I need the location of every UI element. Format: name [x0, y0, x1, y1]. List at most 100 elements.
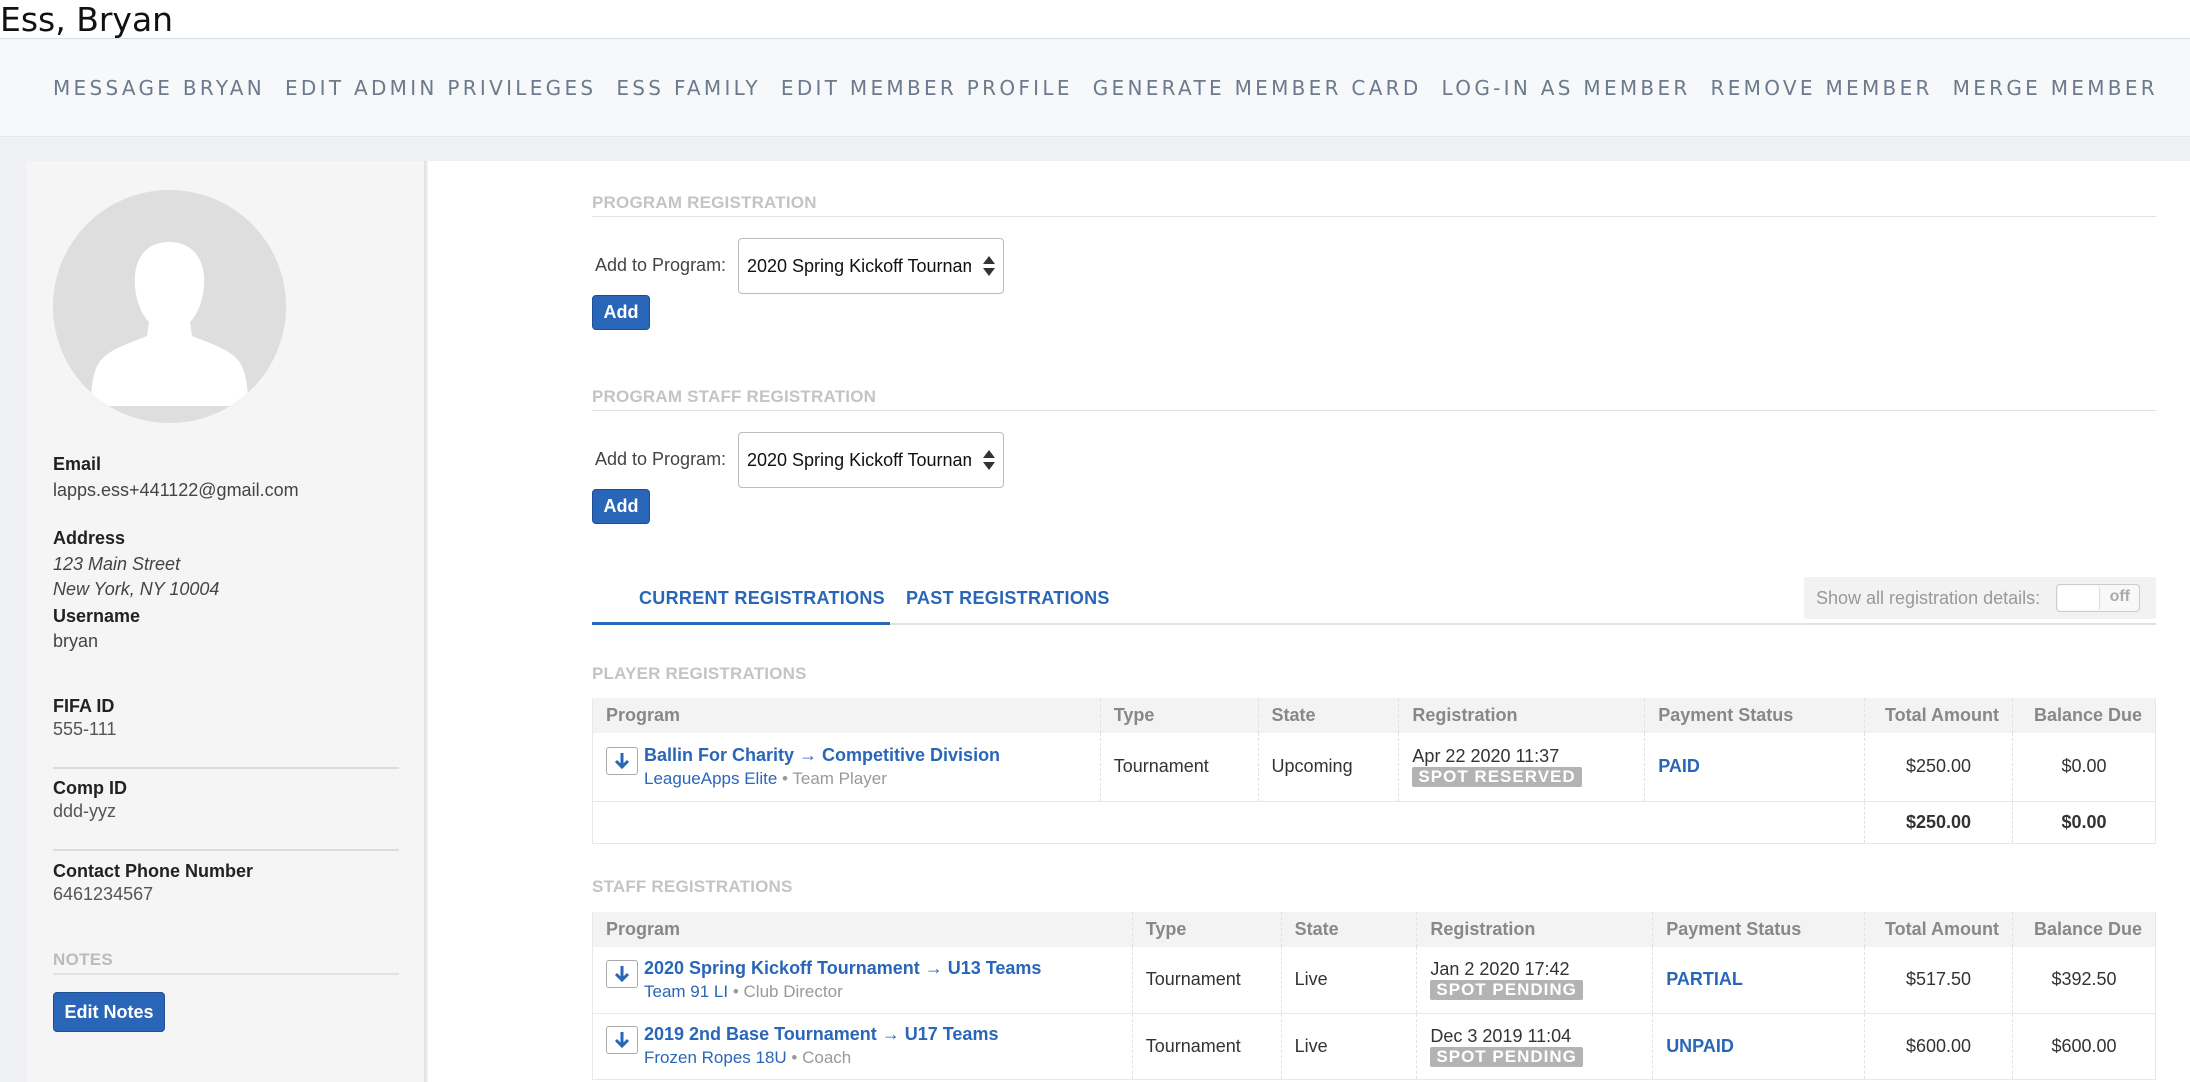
- fifa-id-label: FIFA ID: [53, 696, 115, 716]
- edit-admin-privileges-link[interactable]: EDIT ADMIN PRIVILEGES: [285, 76, 596, 100]
- team-link[interactable]: Frozen Ropes 18U: [644, 1048, 787, 1067]
- status-badge: SPOT PENDING: [1430, 980, 1583, 1001]
- log-in-as-member-link[interactable]: LOG-IN AS MEMBER: [1442, 76, 1691, 100]
- expand-arrow-down-icon[interactable]: [606, 1026, 638, 1054]
- comp-id-label: Comp ID: [53, 778, 127, 798]
- edit-member-profile-link[interactable]: EDIT MEMBER PROFILE: [781, 76, 1073, 100]
- address-line-1: 123 Main Street: [53, 554, 181, 574]
- program-cell: 2019 2nd Base Tournament → U17 Teams Fro…: [592, 1013, 1133, 1080]
- column-header-registration: Registration: [1398, 698, 1645, 733]
- section-divider: [592, 216, 2156, 217]
- column-header-balance-due: Balance Due: [2011, 912, 2157, 947]
- role-text: Club Director: [743, 981, 843, 1001]
- tab-current-registrations[interactable]: CURRENT REGISTRATIONS: [592, 572, 890, 625]
- program-link[interactable]: 2020 Spring Kickoff Tournament → U13 Tea…: [644, 958, 1041, 979]
- add-to-program-label: Add to Program:: [595, 255, 727, 275]
- fifa-id-value: 555-111: [53, 719, 117, 739]
- add-program-button[interactable]: Add: [592, 295, 650, 330]
- username-label: Username: [53, 606, 141, 626]
- family-link[interactable]: ESS FAMILY: [616, 76, 761, 100]
- table-header-row: Program Type State Registration Payment …: [592, 698, 2157, 733]
- email-label: Email: [53, 454, 102, 474]
- balance-due-cell: $600.00: [2011, 1013, 2157, 1080]
- toggle-state: off: [2109, 588, 2130, 605]
- message-member-link[interactable]: MESSAGE BRYAN: [53, 76, 265, 100]
- column-header-state: State: [1280, 912, 1417, 947]
- registration-cell: Dec 3 2019 11:04 SPOT PENDING: [1416, 1013, 1653, 1080]
- column-header-total-amount: Total Amount: [1864, 698, 2013, 733]
- role-text: Team Player: [792, 768, 887, 788]
- username-value: bryan: [53, 631, 99, 651]
- table-row: 2019 2nd Base Tournament → U17 Teams Fro…: [592, 1013, 2157, 1080]
- email-value: lapps.ess+441122@gmail.com: [53, 480, 299, 500]
- role-text: Coach: [802, 1048, 852, 1067]
- type-cell: Tournament: [1099, 733, 1259, 802]
- address-line-2: New York, NY 10004: [53, 579, 220, 599]
- program-cell: Ballin For Charity → Competitive Divisio…: [592, 733, 1101, 802]
- contact-phone-label: Contact Phone Number: [53, 861, 254, 881]
- payment-status-cell: PAID: [1644, 733, 1865, 802]
- toggle-knob: [2058, 586, 2100, 610]
- program-link[interactable]: 2019 2nd Base Tournament → U17 Teams: [644, 1024, 998, 1045]
- program-staff-select[interactable]: 2020 Spring Kickoff Tournament: [738, 432, 1004, 488]
- payment-status-cell: UNPAID: [1652, 1013, 1865, 1080]
- registration-date: Jan 2 2020 17:42: [1430, 959, 1570, 980]
- generate-member-card-link[interactable]: GENERATE MEMBER CARD: [1093, 76, 1422, 100]
- registration-date: Dec 3 2019 11:04: [1430, 1025, 1572, 1046]
- member-action-bar: MESSAGE BRYAN EDIT ADMIN PRIVILEGES ESS …: [0, 39, 2190, 137]
- status-badge: SPOT PENDING: [1430, 1046, 1583, 1067]
- separator-dot: •: [732, 981, 739, 1001]
- separator-dot: •: [782, 768, 788, 788]
- add-to-program-staff-label: Add to Program:: [595, 449, 727, 469]
- program-link[interactable]: Ballin For Charity → Competitive Divisio…: [644, 745, 1000, 766]
- payment-status-cell: PARTIAL: [1652, 947, 1865, 1014]
- column-header-payment-status: Payment Status: [1652, 912, 1865, 947]
- separator-dot: •: [791, 1048, 798, 1067]
- registrations-panel: PROGRAM REGISTRATION Add to Program: 202…: [428, 161, 2190, 1082]
- divider: [53, 767, 399, 769]
- select-arrows-icon: [983, 256, 995, 276]
- remove-member-link[interactable]: REMOVE MEMBER: [1711, 76, 1933, 100]
- column-header-state: State: [1257, 698, 1399, 733]
- state-cell: Live: [1280, 1013, 1417, 1080]
- tab-past-registrations[interactable]: PAST REGISTRATIONS: [906, 572, 1110, 625]
- column-header-program: Program: [592, 912, 1133, 947]
- total-amount-cell: $250.00: [1864, 733, 2013, 802]
- total-amount-cell: $600.00: [1864, 1013, 2013, 1080]
- team-link[interactable]: LeagueApps Elite: [644, 769, 777, 788]
- merge-member-link[interactable]: MERGE MEMBER: [1953, 76, 2158, 100]
- status-badge: SPOT RESERVED: [1412, 767, 1582, 788]
- column-header-balance-due: Balance Due: [2011, 698, 2157, 733]
- state-cell: Live: [1280, 947, 1417, 1014]
- avatar-person-silhouette-icon: [53, 190, 286, 423]
- payment-status-link[interactable]: PARTIAL: [1666, 969, 1743, 989]
- table-row: 2020 Spring Kickoff Tournament → U13 Tea…: [592, 947, 2157, 1014]
- payment-status-link[interactable]: UNPAID: [1666, 1036, 1734, 1056]
- program-registration-heading: PROGRAM REGISTRATION: [592, 193, 817, 212]
- column-header-type: Type: [1099, 698, 1259, 733]
- program-cell: 2020 Spring Kickoff Tournament → U13 Tea…: [592, 947, 1133, 1014]
- table-row: Ballin For Charity → Competitive Divisio…: [592, 733, 2157, 802]
- payment-status-link[interactable]: PAID: [1658, 756, 1700, 776]
- balance-due-sum: $0.00: [2011, 801, 2157, 844]
- player-registrations-heading: PLAYER REGISTRATIONS: [592, 664, 807, 683]
- type-cell: Tournament: [1131, 947, 1282, 1014]
- balance-due-cell: $0.00: [2011, 733, 2157, 802]
- edit-notes-button[interactable]: Edit Notes: [53, 992, 165, 1032]
- show-details-toggle[interactable]: off: [2056, 584, 2140, 612]
- column-header-registration: Registration: [1416, 912, 1653, 947]
- balance-due-cell: $392.50: [2011, 947, 2157, 1014]
- type-cell: Tournament: [1131, 1013, 1282, 1080]
- notes-heading: NOTES: [53, 950, 114, 969]
- program-select[interactable]: 2020 Spring Kickoff Tournament: [738, 238, 1004, 294]
- team-link[interactable]: Team 91 LI: [644, 982, 728, 1001]
- column-header-program: Program: [592, 698, 1101, 733]
- expand-arrow-down-icon[interactable]: [606, 959, 638, 988]
- column-header-type: Type: [1131, 912, 1282, 947]
- contact-phone-value: 6461234567: [53, 884, 154, 904]
- player-registrations-table: Program Type State Registration Payment …: [591, 698, 2157, 844]
- expand-arrow-down-icon[interactable]: [606, 746, 638, 775]
- add-program-staff-button[interactable]: Add: [592, 489, 650, 524]
- comp-id-value: ddd-yyz: [53, 801, 117, 821]
- show-details-toggle-group: Show all registration details: off: [1804, 577, 2156, 619]
